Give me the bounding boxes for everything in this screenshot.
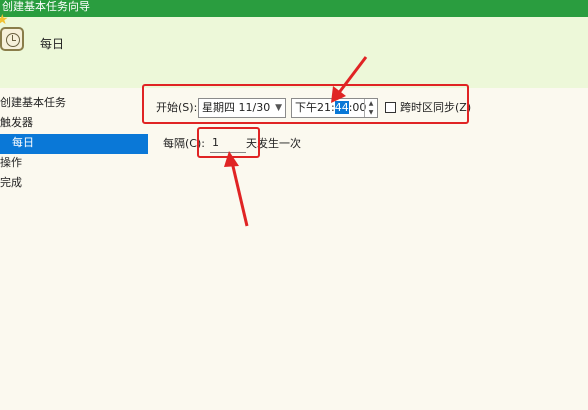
arrow-to-recur bbox=[224, 151, 249, 227]
annotation-arrows bbox=[224, 56, 368, 227]
arrow-to-time bbox=[331, 56, 368, 103]
